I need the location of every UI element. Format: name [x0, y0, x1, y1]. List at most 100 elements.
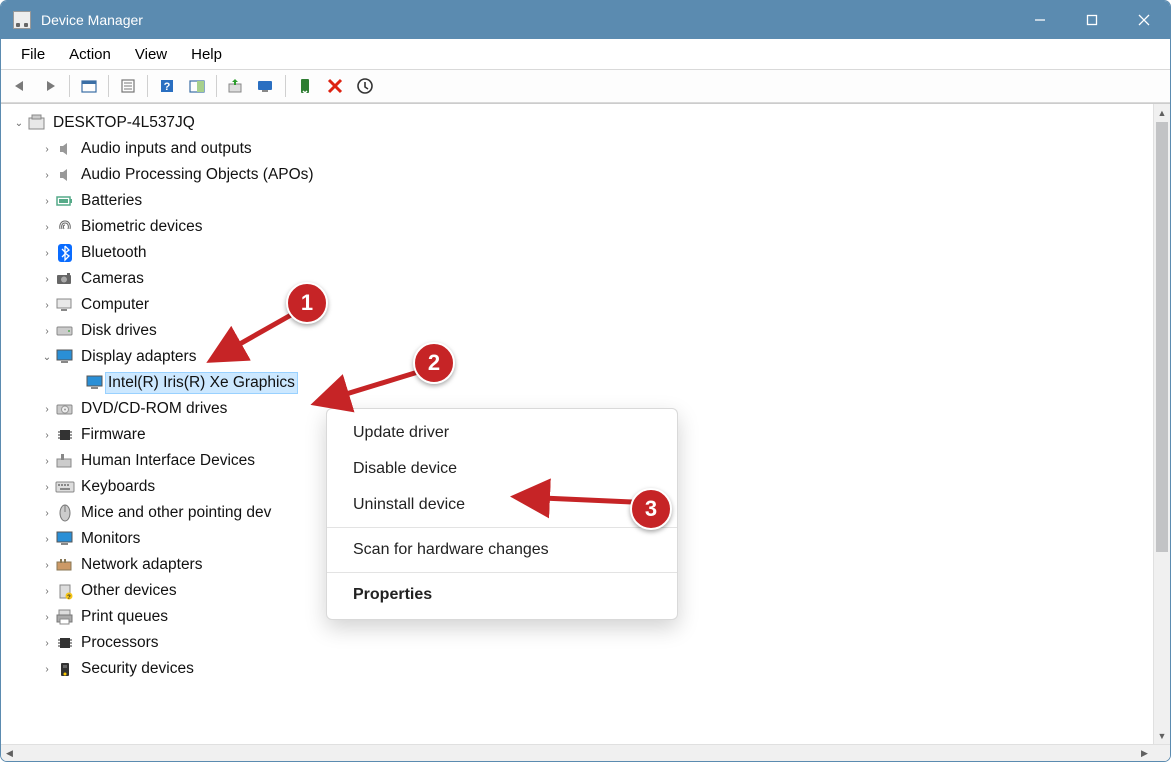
scroll-up-arrow[interactable]: ▲	[1154, 104, 1170, 121]
toolbar-separator	[285, 75, 286, 97]
ctx-separator	[327, 572, 677, 573]
category-icon	[55, 218, 75, 236]
ctx-disable-device[interactable]: Disable device	[327, 451, 677, 487]
ctx-scan-hardware[interactable]: Scan for hardware changes	[327, 532, 677, 568]
maximize-button[interactable]	[1066, 1, 1118, 39]
show-hidden-button[interactable]	[76, 73, 102, 99]
tree-category-label: Audio Processing Objects (APOs)	[79, 165, 316, 185]
enable-device-button[interactable]	[292, 73, 318, 99]
annotation-badge-3: 3	[630, 488, 672, 530]
chevron-right-icon[interactable]: ›	[39, 586, 55, 597]
help-button[interactable]: ?	[154, 73, 180, 99]
vertical-scrollbar[interactable]: ▲ ▼	[1153, 104, 1170, 744]
tree-category-label: Computer	[79, 295, 151, 315]
tree-category[interactable]: › Disk drives	[7, 318, 1153, 344]
chevron-down-icon[interactable]: ⌄	[39, 352, 55, 363]
scroll-right-arrow[interactable]: ▶	[1136, 745, 1153, 761]
category-icon	[55, 270, 75, 288]
category-icon	[55, 530, 75, 548]
close-button[interactable]	[1118, 1, 1170, 39]
chevron-right-icon[interactable]: ›	[39, 638, 55, 649]
tree-category-label: Firmware	[79, 425, 148, 445]
tree-category-label: DVD/CD-ROM drives	[79, 399, 229, 419]
menu-action[interactable]: Action	[57, 42, 123, 67]
chevron-right-icon[interactable]: ›	[39, 482, 55, 493]
uninstall-device-button[interactable]	[322, 73, 348, 99]
ctx-separator	[327, 527, 677, 528]
tree-category[interactable]: › Audio Processing Objects (APOs)	[7, 162, 1153, 188]
tree-category[interactable]: ›Security devices	[7, 656, 1153, 682]
tree-category[interactable]: › Processors	[7, 630, 1153, 656]
chevron-right-icon[interactable]: ›	[39, 300, 55, 311]
tree-category[interactable]: ›Bluetooth	[7, 240, 1153, 266]
chevron-right-icon[interactable]: ›	[39, 456, 55, 467]
minimize-button[interactable]	[1014, 1, 1066, 39]
forward-button[interactable]	[37, 73, 63, 99]
toolbar: ?	[1, 69, 1170, 103]
chevron-right-icon[interactable]: ›	[39, 534, 55, 545]
back-button[interactable]	[7, 73, 33, 99]
tree-device[interactable]: Intel(R) Iris(R) Xe Graphics	[7, 370, 1153, 396]
chevron-right-icon[interactable]: ›	[39, 196, 55, 207]
menu-file[interactable]: File	[9, 42, 57, 67]
svg-text:?: ?	[67, 595, 71, 600]
action-pane-button[interactable]	[184, 73, 210, 99]
scan-hardware-button[interactable]	[253, 73, 279, 99]
tree-category-label: Mice and other pointing dev	[79, 503, 273, 523]
horizontal-scrollbar[interactable]: ◀ ▶	[1, 744, 1170, 761]
toolbar-separator	[108, 75, 109, 97]
category-icon	[55, 348, 75, 366]
chevron-right-icon[interactable]: ›	[39, 274, 55, 285]
chevron-right-icon[interactable]: ›	[39, 326, 55, 337]
scroll-thumb[interactable]	[1156, 122, 1168, 552]
chevron-right-icon[interactable]: ›	[39, 612, 55, 623]
tree-category[interactable]: ›Audio inputs and outputs	[7, 136, 1153, 162]
chevron-right-icon[interactable]: ›	[39, 222, 55, 233]
chevron-right-icon[interactable]: ›	[39, 248, 55, 259]
scroll-down-arrow[interactable]: ▼	[1154, 727, 1170, 744]
chevron-right-icon[interactable]: ›	[39, 430, 55, 441]
chevron-right-icon[interactable]: ›	[39, 404, 55, 415]
tree-category-label: Batteries	[79, 191, 144, 211]
chevron-right-icon[interactable]: ›	[39, 144, 55, 155]
chevron-right-icon[interactable]: ›	[39, 170, 55, 181]
context-menu: Update driver Disable device Uninstall d…	[326, 408, 678, 620]
ctx-uninstall-device[interactable]: Uninstall device	[327, 487, 677, 523]
category-icon	[55, 426, 75, 444]
annotation-badge-1: 1	[286, 282, 328, 324]
menu-view[interactable]: View	[123, 42, 179, 67]
properties-button[interactable]	[115, 73, 141, 99]
titlebar[interactable]: Device Manager	[1, 1, 1170, 39]
chevron-right-icon[interactable]: ›	[39, 664, 55, 675]
tree-category[interactable]: ›Biometric devices	[7, 214, 1153, 240]
ctx-properties[interactable]: Properties	[327, 577, 677, 613]
device-manager-icon	[13, 11, 31, 29]
menu-help[interactable]: Help	[179, 42, 234, 67]
computer-icon	[27, 114, 47, 132]
tree-category-label: Disk drives	[79, 321, 159, 341]
category-icon	[55, 322, 75, 340]
category-icon: ?	[55, 582, 75, 600]
tree-category[interactable]: ›Cameras	[7, 266, 1153, 292]
tree-category[interactable]: › Batteries	[7, 188, 1153, 214]
chevron-right-icon[interactable]: ›	[39, 508, 55, 519]
window-title: Device Manager	[41, 12, 1014, 28]
annotation-badge-2: 2	[413, 342, 455, 384]
category-icon	[55, 192, 75, 210]
tree-category[interactable]: › Computer	[7, 292, 1153, 318]
chevron-right-icon[interactable]: ›	[39, 560, 55, 571]
tree-root[interactable]: ⌄DESKTOP-4L537JQ	[7, 110, 1153, 136]
tree-category-label: Other devices	[79, 581, 179, 601]
chevron-down-icon[interactable]: ⌄	[11, 118, 27, 129]
category-icon	[55, 504, 75, 522]
scroll-track-h[interactable]	[18, 745, 1136, 761]
tree-category-label: Display adapters	[79, 347, 198, 367]
tree-category[interactable]: ⌄ Display adapters	[7, 344, 1153, 370]
category-icon	[55, 478, 75, 496]
disable-device-button[interactable]	[352, 73, 378, 99]
update-driver-button[interactable]	[223, 73, 249, 99]
scroll-left-arrow[interactable]: ◀	[1, 745, 18, 761]
tree-category-label: Processors	[79, 633, 161, 653]
ctx-update-driver[interactable]: Update driver	[327, 415, 677, 451]
category-icon	[55, 608, 75, 626]
